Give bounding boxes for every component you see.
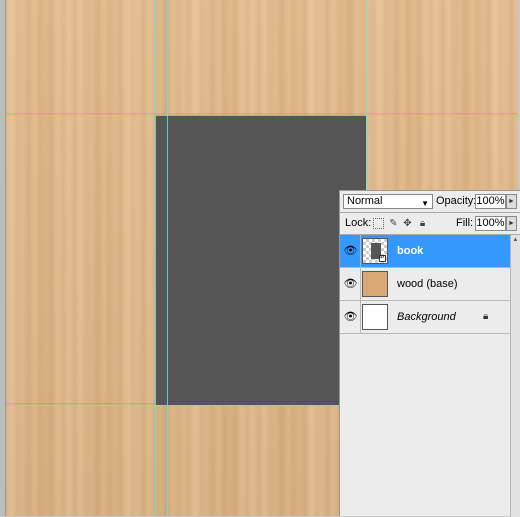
chevron-down-icon: ▼ <box>421 199 429 208</box>
layers-panel: Normal ▼ Opacity: 100% ► Lock: ✎ ✥ 🔒︎ Fi… <box>339 190 520 517</box>
lock-image-pixels-icon[interactable]: ✎ <box>388 218 399 229</box>
blend-mode-value: Normal <box>347 195 383 207</box>
eye-icon[interactable]: 👁︎ <box>343 310 358 324</box>
lock-position-icon[interactable]: ✥ <box>402 218 413 229</box>
fill-label: Fill: <box>456 217 474 229</box>
lock-icon: 🔒︎ <box>483 311 489 322</box>
eye-icon[interactable]: 👁︎ <box>343 277 358 291</box>
row-divider <box>360 268 361 301</box>
blend-mode-select[interactable]: Normal ▼ <box>343 194 433 209</box>
opacity-label: Opacity: <box>436 195 477 207</box>
layer-name: wood (base) <box>397 278 458 290</box>
book-shape[interactable] <box>155 115 366 405</box>
lock-transparent-pixels-icon[interactable] <box>373 218 384 229</box>
opacity-stepper[interactable]: ► <box>506 194 517 209</box>
fill-field[interactable]: 100% <box>475 216 506 231</box>
chevron-right-icon: ► <box>508 198 515 205</box>
layers-scrollbar[interactable]: ▲ <box>510 235 520 517</box>
layer-name: book <box>397 245 424 257</box>
panel-divider <box>340 212 520 213</box>
eye-icon[interactable]: 👁︎ <box>343 244 358 258</box>
chevron-up-icon[interactable]: ▲ <box>511 235 520 245</box>
smart-object-icon: ↵ <box>379 255 386 262</box>
chevron-right-icon: ► <box>508 220 515 227</box>
wood-thumbnail <box>362 271 388 297</box>
lock-all-icon[interactable]: 🔒︎ <box>417 218 428 229</box>
book-thumbnail: ↵ <box>362 238 388 264</box>
row-divider <box>360 235 361 268</box>
opacity-field[interactable]: 100% <box>475 194 506 209</box>
layer-row-background[interactable]: 👁︎ Background 🔒︎ <box>340 301 510 334</box>
row-divider <box>360 301 361 334</box>
guide-horizontal[interactable] <box>6 115 520 116</box>
layer-name: Background <box>397 311 456 323</box>
layer-row-book[interactable]: 👁︎ ↵ book <box>340 235 510 268</box>
lock-label: Lock: <box>345 217 372 229</box>
guide-vertical[interactable] <box>167 0 168 516</box>
layer-row-wood[interactable]: 👁︎ wood (base) <box>340 268 510 301</box>
guide-vertical[interactable] <box>155 0 156 516</box>
white-thumbnail <box>362 304 388 330</box>
fill-stepper[interactable]: ► <box>506 216 517 231</box>
